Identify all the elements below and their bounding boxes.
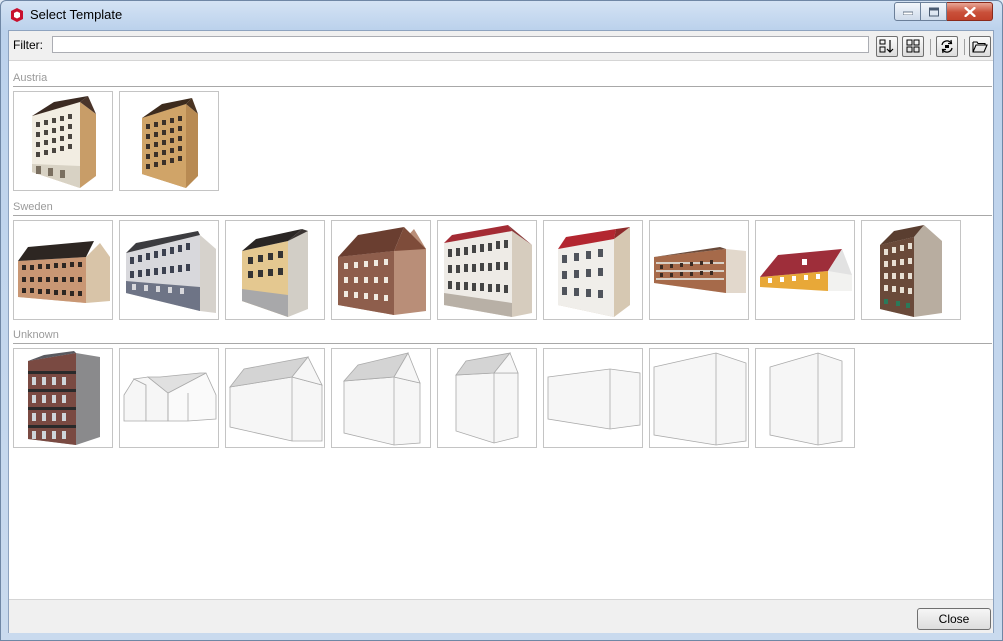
maximize-button[interactable] [921,2,947,21]
dialog-footer: Close [9,599,993,633]
sweden-building-2[interactable] [119,220,219,320]
filter-input[interactable] [52,36,869,53]
dialog-client-area: Filter: Austria Sweden Unknown Close [8,30,994,633]
sweden-building-8[interactable] [755,220,855,320]
sweden-building-9[interactable] [861,220,961,320]
sweden-building-4[interactable] [331,220,431,320]
title-bar[interactable]: Select Template [1,1,1002,29]
sort-button[interactable] [876,36,898,57]
sweden-building-7[interactable] [649,220,749,320]
sketchup-app-icon [11,8,23,22]
unknown-building-5[interactable] [437,348,537,448]
unknown-building-3[interactable] [225,348,325,448]
filter-label: Filter: [13,38,43,52]
sweden-building-1[interactable] [13,220,113,320]
group-label-sweden: Sweden [13,201,53,213]
select-template-window: Select Template Filter: Austria Sweden U… [0,0,1003,641]
minimize-button[interactable] [894,2,921,21]
unknown-building-2[interactable] [119,348,219,448]
unknown-building-6[interactable] [543,348,643,448]
unknown-building-1[interactable] [13,348,113,448]
unknown-building-8[interactable] [755,348,855,448]
austria-building-2[interactable] [119,91,219,191]
sweden-building-6[interactable] [543,220,643,320]
austria-building-1[interactable] [13,91,113,191]
grid-view-icon [906,39,920,53]
template-list[interactable]: Austria Sweden Unknown [9,60,993,599]
open-folder-icon [972,41,988,53]
window-title: Select Template [30,7,123,22]
sort-icon [879,39,894,53]
group-divider [13,343,992,344]
unknown-building-4[interactable] [331,348,431,448]
minimize-icon [902,11,913,15]
refresh-icon [941,39,953,54]
open-folder-button[interactable] [969,36,991,57]
close-button[interactable]: Close [917,608,991,630]
close-icon [964,6,975,17]
group-label-unknown: Unknown [13,329,59,341]
unknown-building-7[interactable] [649,348,749,448]
toolbar-separator [930,39,931,55]
group-divider [13,215,992,216]
group-label-austria: Austria [13,72,48,84]
grid-view-button[interactable] [902,36,924,57]
sweden-building-3[interactable] [225,220,325,320]
sweden-building-5[interactable] [437,220,537,320]
maximize-icon [928,7,939,16]
refresh-button[interactable] [936,36,958,57]
close-window-button[interactable] [947,2,993,21]
filter-toolbar: Filter: [9,31,993,60]
group-divider [13,86,992,87]
toolbar-separator [964,39,965,55]
